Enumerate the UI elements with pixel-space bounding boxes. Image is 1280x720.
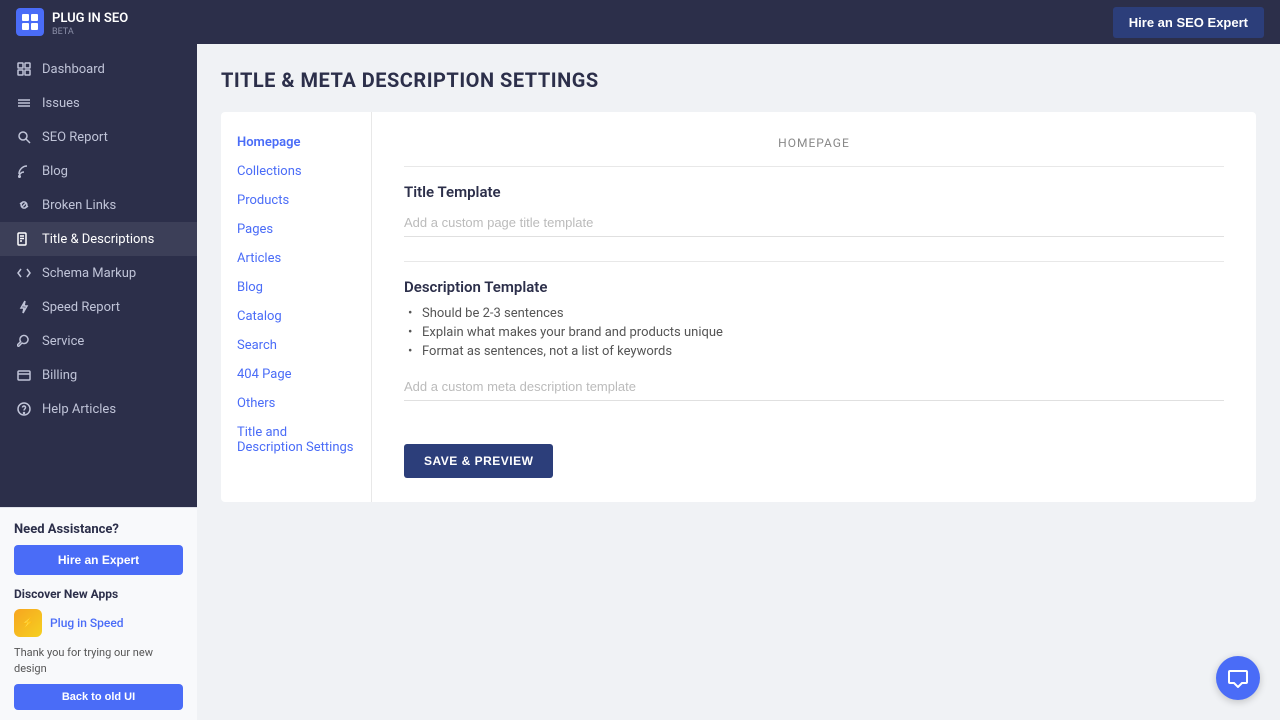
divider-1 <box>404 261 1224 262</box>
search-icon <box>16 129 32 145</box>
back-to-old-ui-button[interactable]: Back to old UI <box>14 684 183 710</box>
link-icon <box>16 197 32 213</box>
left-nav: Homepage Collections Products Pages Arti… <box>221 112 371 502</box>
assistance-panel: Need Assistance? Hire an Expert Discover… <box>0 507 197 720</box>
sidebar-item-blog[interactable]: Blog <box>0 154 197 188</box>
nav-404page[interactable]: 404 Page <box>221 360 371 389</box>
app-item: ⚡ Plug in Speed <box>14 609 183 637</box>
nav-pages[interactable]: Pages <box>221 215 371 244</box>
sidebar-item-broken-links[interactable]: Broken Links <box>0 188 197 222</box>
title-template-label: Title Template <box>404 183 1224 201</box>
tag-icon <box>16 231 32 247</box>
assistance-title: Need Assistance? <box>14 522 183 537</box>
hint-item-3: Format as sentences, not a list of keywo… <box>408 342 1224 361</box>
help-circle-icon <box>16 401 32 417</box>
nav-title-desc-settings[interactable]: Title and Description Settings <box>221 418 371 462</box>
content-wrapper: Homepage Collections Products Pages Arti… <box>221 112 1256 502</box>
nav-search[interactable]: Search <box>221 331 371 360</box>
nav-homepage[interactable]: Homepage <box>221 128 371 157</box>
top-header: PLUG IN SEO BETA Hire an SEO Expert <box>0 0 1280 44</box>
save-preview-button[interactable]: SAVE & PREVIEW <box>404 444 553 478</box>
discover-title: Discover New Apps <box>14 587 183 601</box>
nav-others[interactable]: Others <box>221 389 371 418</box>
nav-articles[interactable]: Articles <box>221 244 371 273</box>
nav-catalog[interactable]: Catalog <box>221 302 371 331</box>
nav-products[interactable]: Products <box>221 186 371 215</box>
title-template-input[interactable] <box>404 209 1224 237</box>
tool-icon <box>16 333 32 349</box>
sidebar-item-dashboard[interactable]: Dashboard <box>0 52 197 86</box>
zap-icon <box>16 299 32 315</box>
sidebar-item-seo-report[interactable]: SEO Report <box>0 120 197 154</box>
sidebar-item-speed-report[interactable]: Speed Report <box>0 290 197 324</box>
description-hints: Should be 2-3 sentences Explain what mak… <box>404 304 1224 361</box>
code-icon <box>16 265 32 281</box>
sidebar-item-service[interactable]: Service <box>0 324 197 358</box>
right-panel: HOMEPAGE Title Template Description Temp… <box>371 112 1256 502</box>
main-content: TITLE & META DESCRIPTION SETTINGS Homepa… <box>197 44 1280 720</box>
description-template-label: Description Template <box>404 278 1224 296</box>
hint-item-1: Should be 2-3 sentences <box>408 304 1224 323</box>
sidebar-item-help-articles[interactable]: Help Articles <box>0 392 197 426</box>
description-template-section: Description Template Should be 2-3 sente… <box>404 278 1224 401</box>
sidebar-item-billing[interactable]: Billing <box>0 358 197 392</box>
chat-button[interactable] <box>1216 656 1260 700</box>
rss-icon <box>16 163 32 179</box>
hire-expert-button[interactable]: Hire an Expert <box>14 545 183 575</box>
sidebar-item-issues[interactable]: Issues <box>0 86 197 120</box>
section-header: HOMEPAGE <box>404 136 1224 167</box>
description-template-input[interactable] <box>404 373 1224 401</box>
app-name[interactable]: Plug in Speed <box>50 616 124 630</box>
hire-seo-expert-button[interactable]: Hire an SEO Expert <box>1113 7 1264 38</box>
app-icon: ⚡ <box>14 609 42 637</box>
nav-blog[interactable]: Blog <box>221 273 371 302</box>
list-icon <box>16 95 32 111</box>
logo-text: PLUG IN SEO BETA <box>52 7 128 36</box>
sidebar-item-schema-markup[interactable]: Schema Markup <box>0 256 197 290</box>
nav-collections[interactable]: Collections <box>221 157 371 186</box>
grid-icon <box>16 61 32 77</box>
logo-area: PLUG IN SEO BETA <box>16 7 128 36</box>
logo-icon <box>16 8 44 36</box>
sidebar-item-title-descriptions[interactable]: Title & Descriptions <box>0 222 197 256</box>
page-title: TITLE & META DESCRIPTION SETTINGS <box>221 68 1256 92</box>
credit-card-icon <box>16 367 32 383</box>
hint-item-2: Explain what makes your brand and produc… <box>408 323 1224 342</box>
thank-you-text: Thank you for trying our new design <box>14 645 183 676</box>
title-template-section: Title Template <box>404 183 1224 237</box>
